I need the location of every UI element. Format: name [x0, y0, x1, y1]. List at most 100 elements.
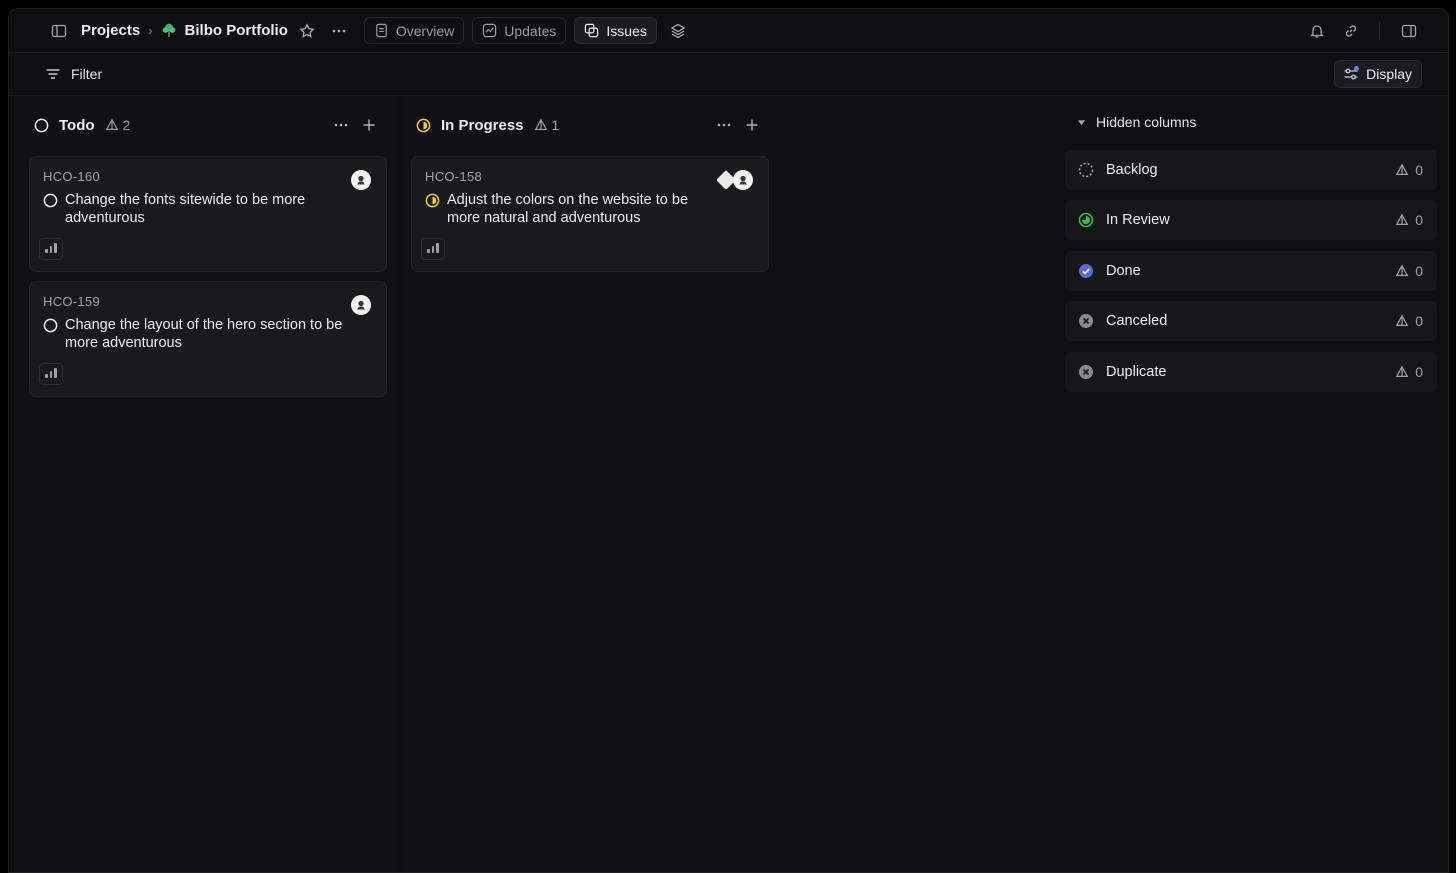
issue-card[interactable]: HCO-158 Adjust the colors on the website…: [411, 156, 769, 272]
in-progress-status-icon: [416, 118, 431, 132]
caret-down-icon: [1077, 119, 1086, 125]
chevron-right-icon: ›: [148, 23, 153, 38]
divider: [1379, 22, 1380, 40]
hidden-columns-toggle[interactable]: Hidden columns: [1077, 114, 1196, 130]
issue-title: Change the fonts sitewide to be more adv…: [65, 192, 306, 226]
hidden-column-label: Canceled: [1106, 313, 1168, 329]
tab-issues-label: Issues: [606, 22, 647, 39]
add-issue-plus-icon[interactable]: [744, 117, 760, 138]
more-options-icon[interactable]: [716, 117, 732, 138]
more-options-icon[interactable]: [326, 18, 352, 44]
in-progress-column-title: In Progress: [441, 116, 524, 134]
issue-title: Adjust the colors on the website to be m…: [447, 192, 689, 226]
filter-button[interactable]: Filter: [45, 66, 102, 82]
issue-card[interactable]: HCO-160 Change the fonts sitewide to be …: [29, 156, 387, 272]
issue-title-row: Change the layout of the hero section to…: [43, 316, 343, 352]
triangle-icon: [1395, 365, 1409, 377]
hidden-column-count: 0: [1395, 263, 1423, 279]
star-icon[interactable]: [294, 18, 320, 44]
link-icon[interactable]: [1338, 18, 1364, 44]
hidden-column-count: 0: [1395, 364, 1423, 380]
todo-column-title: Todo: [59, 116, 95, 134]
filter-lines-icon: [46, 69, 60, 79]
issue-card[interactable]: HCO-159 Change the layout of the hero se…: [29, 281, 387, 397]
triangle-icon: [105, 118, 118, 130]
duplicate-x-icon: [1079, 365, 1093, 379]
display-button[interactable]: Display: [1334, 60, 1422, 88]
count-value: 0: [1415, 162, 1423, 178]
in-review-green-icon: [1078, 212, 1094, 228]
hidden-column-label: Backlog: [1106, 162, 1158, 178]
hidden-column-count: 0: [1395, 313, 1423, 329]
todo-status-icon: [43, 318, 58, 333]
issue-title: Change the layout of the hero section to…: [65, 317, 343, 351]
todo-column-actions: [333, 117, 377, 138]
triangle-icon: [1395, 314, 1409, 326]
pulse-icon: [483, 23, 497, 38]
tab-overview[interactable]: Overview: [363, 17, 465, 44]
hidden-column-duplicate[interactable]: Duplicate 0: [1065, 352, 1437, 392]
count-value: 0: [1415, 263, 1423, 279]
in-progress-column-count: 1: [534, 117, 560, 133]
top-bar: Projects › Bilbo Portfolio Overview Upda…: [9, 9, 1448, 53]
hidden-column-canceled[interactable]: Canceled 0: [1065, 301, 1437, 341]
done-check-icon: [1079, 264, 1093, 278]
assignee-avatar[interactable]: [733, 170, 753, 190]
in-progress-status-icon: [425, 193, 440, 208]
in-progress-column-header: In Progress 1: [416, 110, 559, 140]
hidden-column-label: Duplicate: [1106, 364, 1167, 380]
issue-id: HCO-160: [43, 169, 101, 184]
display-label: Display: [1366, 66, 1412, 82]
in-progress-count-value: 1: [551, 117, 560, 133]
right-panel-icon[interactable]: [1396, 18, 1422, 44]
hidden-column-count: 0: [1395, 162, 1423, 178]
hidden-column-done[interactable]: Done 0: [1065, 251, 1437, 291]
copy-issues-icon: [585, 23, 599, 38]
todo-status-icon: [34, 118, 49, 132]
project-tree-icon: [161, 23, 177, 39]
more-options-icon[interactable]: [333, 117, 349, 138]
breadcrumb-project[interactable]: Bilbo Portfolio: [185, 22, 288, 39]
tab-updates-label: Updates: [504, 22, 557, 39]
layers-icon[interactable]: [665, 18, 691, 44]
priority-bars-icon[interactable]: [39, 238, 63, 260]
issue-title-row: Change the fonts sitewide to be more adv…: [43, 191, 343, 227]
tab-issues[interactable]: Issues: [574, 17, 657, 44]
filter-label: Filter: [71, 66, 103, 82]
todo-status-icon: [43, 193, 58, 208]
count-value: 0: [1415, 313, 1423, 329]
todo-column-count: 2: [105, 117, 131, 133]
hidden-columns-title: Hidden columns: [1096, 114, 1197, 130]
canceled-x-icon: [1079, 314, 1093, 328]
issue-id: HCO-158: [425, 169, 483, 184]
count-value: 0: [1415, 364, 1423, 380]
document-icon: [376, 23, 387, 38]
issue-title-row: Adjust the colors on the website to be m…: [425, 191, 715, 227]
priority-bars-icon[interactable]: [421, 238, 445, 260]
in-progress-column-actions: [716, 117, 760, 138]
triangle-icon: [1395, 213, 1409, 225]
todo-count-value: 2: [122, 117, 131, 133]
sidebar-toggle-icon[interactable]: [46, 18, 72, 44]
triangle-icon: [1395, 264, 1409, 276]
triangle-icon: [1395, 163, 1409, 175]
triangle-icon: [534, 118, 547, 130]
hidden-column-backlog[interactable]: Backlog 0: [1065, 150, 1437, 190]
filter-bar: Filter Display: [9, 53, 1448, 96]
assignee-avatar[interactable]: [351, 295, 371, 315]
hidden-column-label: In Review: [1106, 212, 1170, 228]
add-issue-plus-icon[interactable]: [361, 117, 377, 138]
tab-overview-label: Overview: [395, 22, 455, 39]
backlog-dashed-circle-icon: [1078, 162, 1094, 178]
app-window: Projects › Bilbo Portfolio Overview Upda…: [8, 8, 1449, 873]
bell-icon[interactable]: [1304, 18, 1330, 44]
priority-bars-icon[interactable]: [39, 363, 63, 385]
tab-updates[interactable]: Updates: [472, 17, 567, 44]
breadcrumb-projects[interactable]: Projects: [81, 22, 140, 39]
count-value: 0: [1415, 212, 1423, 228]
assignee-avatar[interactable]: [351, 170, 371, 190]
hidden-column-label: Done: [1106, 263, 1141, 279]
hidden-column-in-review[interactable]: In Review 0: [1065, 200, 1437, 240]
hidden-column-count: 0: [1395, 212, 1423, 228]
todo-column-header: Todo 2: [34, 110, 130, 140]
